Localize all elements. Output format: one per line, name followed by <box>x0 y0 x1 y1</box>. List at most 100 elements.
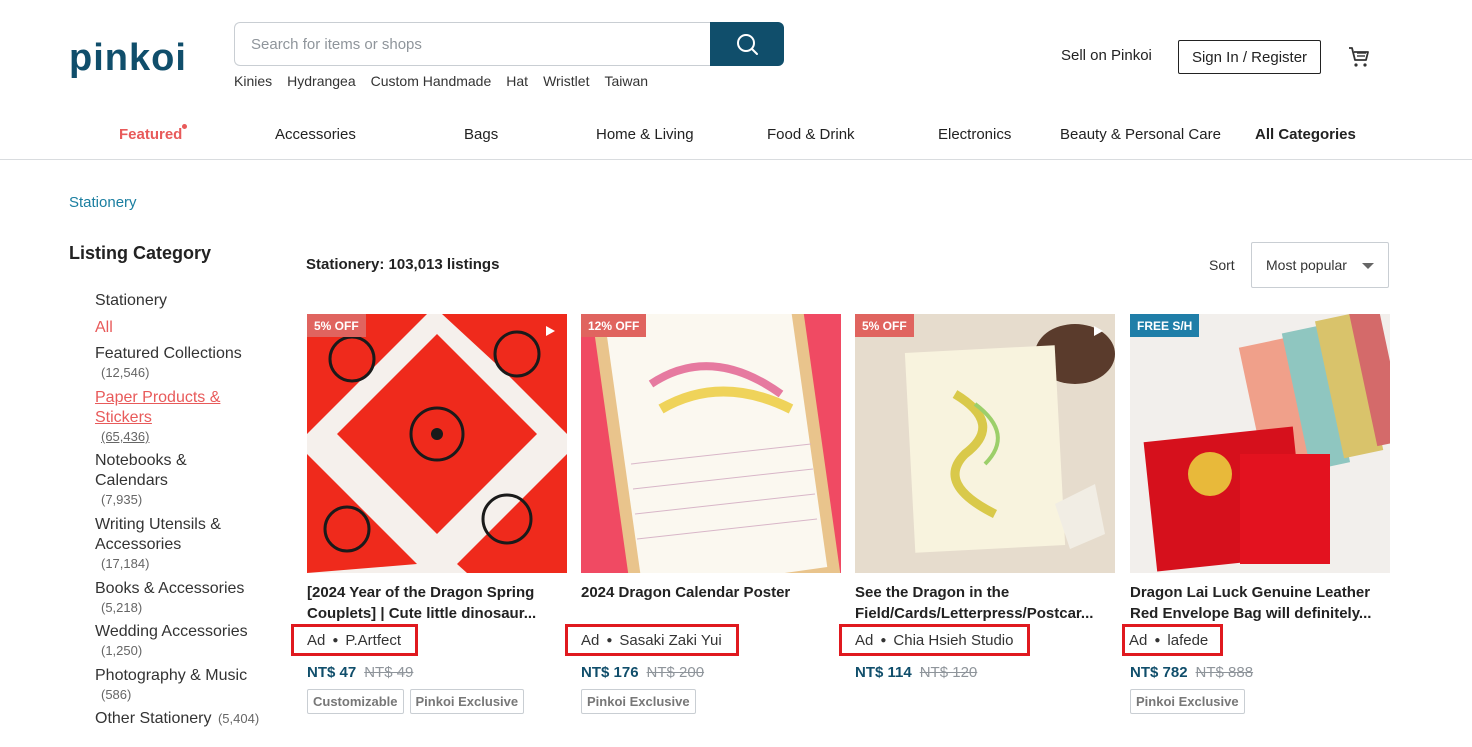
sidebar-item-writing-utensils[interactable]: Writing Utensils & Accessories (17,184) <box>95 515 245 573</box>
tag-list: Pinkoi Exclusive <box>1130 689 1390 714</box>
category-nav: Featured Accessories Bags Home & Living … <box>0 114 1472 160</box>
ad-shop-highlight[interactable]: Ad ● P.Artfect <box>291 624 418 656</box>
sidebar-item-other[interactable]: Other Stationery (5,404) <box>95 709 285 729</box>
sidebar-item-all[interactable]: All <box>95 318 113 338</box>
shop-row: Ad ● lafede <box>1122 624 1390 656</box>
product-image[interactable]: FREE S/H <box>1130 314 1390 573</box>
old-price: NT$ 200 <box>646 664 705 681</box>
product-image[interactable]: 5% OFF <box>855 314 1115 573</box>
nav-home-living[interactable]: Home & Living <box>596 126 694 143</box>
separator-dot: ● <box>332 634 339 646</box>
product-image[interactable]: 12% OFF <box>581 314 841 573</box>
tag-badge: Customizable <box>307 689 404 714</box>
nav-all-categories[interactable]: All Categories <box>1255 126 1356 143</box>
sidebar-item-label: Books & Accessories <box>95 580 245 597</box>
nav-label: Featured <box>119 126 183 143</box>
sidebar-item-count: (7,935) <box>101 492 143 507</box>
price: NT$ 47 <box>307 664 357 681</box>
shop-row: Ad ● P.Artfect <box>291 624 567 656</box>
cart-icon[interactable] <box>1347 45 1371 69</box>
sidebar-item-books[interactable]: Books & Accessories (5,218) <box>95 579 265 617</box>
sort-dropdown[interactable]: Most popular <box>1251 242 1389 288</box>
nav-bags[interactable]: Bags <box>464 126 498 143</box>
sell-on-pinkoi-link[interactable]: Sell on Pinkoi <box>1061 47 1152 64</box>
sign-in-register-button[interactable]: Sign In / Register <box>1178 40 1321 74</box>
search-bar <box>234 22 784 66</box>
shop-name[interactable]: P.Artfect <box>345 632 401 649</box>
sidebar-item-label: Wedding Accessories <box>95 623 248 640</box>
new-dot <box>182 124 188 129</box>
search-input[interactable] <box>234 22 712 66</box>
keyword-link[interactable]: Taiwan <box>604 73 648 89</box>
product-image-art <box>581 314 841 573</box>
sidebar-item-wedding[interactable]: Wedding Accessories (1,250) <box>95 622 265 660</box>
listing-count: Stationery: 103,013 listings <box>306 256 500 273</box>
keyword-link[interactable]: Hat <box>506 73 528 89</box>
shop-name[interactable]: lafede <box>1167 632 1208 649</box>
hot-keywords: Kinies Hydrangea Custom Handmade Hat Wri… <box>234 73 648 89</box>
product-image[interactable]: 5% OFF <box>307 314 567 573</box>
nav-food-drink[interactable]: Food & Drink <box>767 126 855 143</box>
ad-shop-highlight[interactable]: Ad ● Sasaki Zaki Yui <box>565 624 739 656</box>
nav-beauty[interactable]: Beauty & Personal Care <box>1060 126 1221 143</box>
ad-label: Ad <box>581 631 600 649</box>
product-title[interactable]: 2024 Dragon Calendar Poster <box>581 582 841 624</box>
search-button[interactable] <box>710 22 784 66</box>
sidebar-item-count: (65,436) <box>101 429 150 444</box>
keyword-link[interactable]: Wristlet <box>543 73 589 89</box>
product-title[interactable]: See the Dragon in the Field/Cards/Letter… <box>855 582 1115 624</box>
shop-name[interactable]: Chia Hsieh Studio <box>893 632 1013 649</box>
discount-badge: 5% OFF <box>307 314 366 337</box>
sidebar-item-label: Other Stationery <box>95 710 212 727</box>
play-icon <box>1094 326 1103 336</box>
sidebar-item-label: Paper Products & Stickers <box>95 389 221 426</box>
shop-name[interactable]: Sasaki Zaki Yui <box>619 632 721 649</box>
price-row: NT$ 176 NT$ 200 <box>581 664 841 681</box>
sidebar-item-featured-collections[interactable]: Featured Collections (12,546) <box>95 344 265 382</box>
old-price: NT$ 49 <box>364 664 414 681</box>
free-shipping-badge: FREE S/H <box>1130 314 1200 337</box>
keyword-link[interactable]: Kinies <box>234 73 272 89</box>
pinkoi-logo[interactable]: pinkoi <box>69 34 197 82</box>
ad-shop-highlight[interactable]: Ad ● Chia Hsieh Studio <box>839 624 1031 656</box>
sidebar-item-count: (12,546) <box>101 365 150 380</box>
discount-badge: 12% OFF <box>581 314 647 337</box>
product-card[interactable]: 5% OFF See the Dragon in the Field/Cards… <box>839 314 1115 681</box>
tag-badge: Pinkoi Exclusive <box>409 689 525 714</box>
tag-badge: Pinkoi Exclusive <box>581 689 696 714</box>
price-row: NT$ 114 NT$ 120 <box>855 664 1115 681</box>
tag-list: Pinkoi Exclusive <box>581 689 841 714</box>
chevron-down-icon <box>1362 263 1374 269</box>
product-image-art <box>307 314 567 573</box>
ad-label: Ad <box>1129 631 1148 649</box>
sidebar-item-label: Featured Collections <box>95 345 242 362</box>
sidebar-item-paper-products[interactable]: Paper Products & Stickers (65,436) <box>95 388 245 446</box>
product-card[interactable]: 5% OFF [2024 Year of the Dragon Spring C… <box>291 314 567 714</box>
price: NT$ 114 <box>855 664 912 681</box>
sidebar-title: Listing Category <box>69 243 212 263</box>
product-title[interactable]: [2024 Year of the Dragon Spring Couplets… <box>307 582 567 624</box>
sort-label: Sort <box>1209 257 1235 273</box>
nav-featured[interactable]: Featured <box>119 124 188 143</box>
price-row: NT$ 782 NT$ 888 <box>1130 664 1390 681</box>
product-image-art <box>855 314 1115 573</box>
sidebar-item-label: Writing Utensils & Accessories <box>95 516 221 553</box>
sidebar-item-photography[interactable]: Photography & Music (586) <box>95 666 265 704</box>
sidebar-item-count: (5,404) <box>217 711 260 726</box>
breadcrumb[interactable]: Stationery <box>69 194 137 211</box>
nav-accessories[interactable]: Accessories <box>275 126 356 143</box>
ad-shop-highlight[interactable]: Ad ● lafede <box>1122 624 1224 656</box>
sidebar-item-count: (5,218) <box>101 600 143 615</box>
sidebar-item-notebooks[interactable]: Notebooks & Calendars (7,935) <box>95 451 215 509</box>
nav-electronics[interactable]: Electronics <box>938 126 1011 143</box>
product-card[interactable]: FREE S/H Dragon Lai Luck Genuine Leather… <box>1122 314 1390 714</box>
old-price: NT$ 120 <box>919 664 978 681</box>
sidebar-item-count: (586) <box>101 687 132 702</box>
price: NT$ 176 <box>581 664 639 681</box>
keyword-link[interactable]: Custom Handmade <box>371 73 492 89</box>
keyword-link[interactable]: Hydrangea <box>287 73 356 89</box>
product-title[interactable]: Dragon Lai Luck Genuine Leather Red Enve… <box>1130 582 1390 624</box>
product-card[interactable]: 12% OFF 2024 Dragon Calendar Poster Ad ●… <box>565 314 841 714</box>
sort-value: Most popular <box>1266 257 1347 273</box>
sidebar-root[interactable]: Stationery <box>95 291 167 311</box>
